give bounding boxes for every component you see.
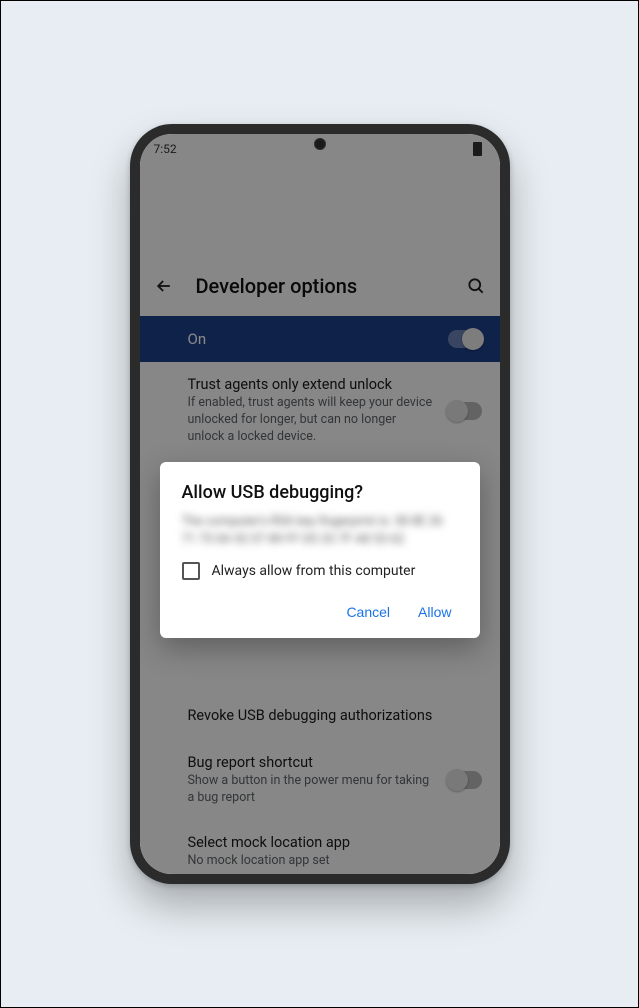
dialog-actions: Cancel Allow: [182, 604, 458, 626]
dialog-title: Allow USB debugging?: [182, 482, 458, 503]
front-camera: [314, 138, 326, 150]
usb-debugging-dialog: Allow USB debugging? The computer's RSA …: [160, 462, 480, 638]
allow-button[interactable]: Allow: [418, 604, 451, 620]
always-allow-row[interactable]: Always allow from this computer: [182, 562, 458, 580]
always-allow-label: Always allow from this computer: [212, 563, 416, 579]
phone-screen: 7:52 Developer options On: [140, 134, 500, 874]
phone-frame: 7:52 Developer options On: [130, 124, 510, 884]
always-allow-checkbox[interactable]: [182, 562, 200, 580]
cancel-button[interactable]: Cancel: [346, 604, 390, 620]
dialog-fingerprint-text: The computer's RSA key fingerprint is: 3…: [182, 513, 458, 548]
